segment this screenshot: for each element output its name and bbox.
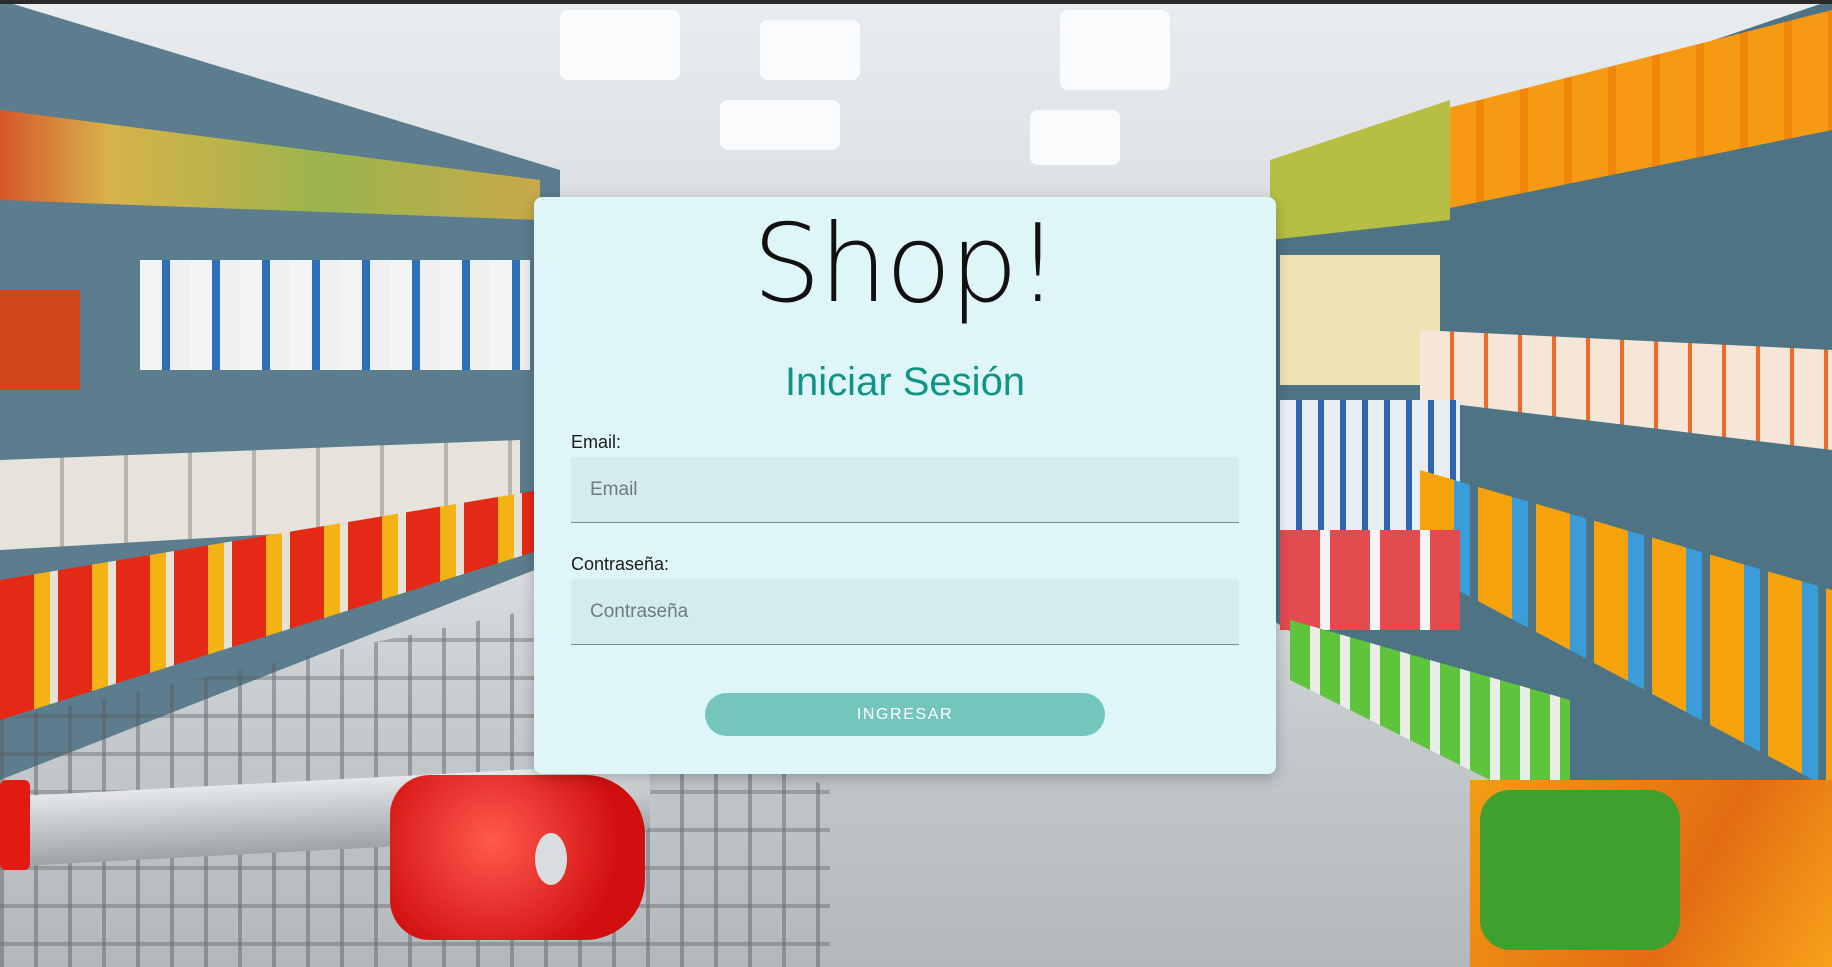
password-field[interactable] <box>571 579 1239 645</box>
product-band <box>1280 255 1440 385</box>
product-band <box>1280 530 1460 630</box>
login-submit-button[interactable]: INGRESAR <box>705 693 1105 736</box>
cart-handle-grip <box>390 775 645 940</box>
cart-handle-grip <box>0 780 30 870</box>
ceiling-light <box>560 10 680 80</box>
window-top-border <box>0 0 1832 4</box>
ceiling-light <box>1030 110 1120 165</box>
ceiling-light <box>720 100 840 150</box>
product-band <box>140 260 530 370</box>
password-label: Contraseña: <box>571 554 670 574</box>
email-field[interactable] <box>571 457 1239 523</box>
product-band <box>0 290 80 390</box>
email-label: Email: <box>571 432 622 452</box>
ceiling-light <box>760 20 860 80</box>
product-band <box>1480 790 1680 950</box>
login-heading: Iniciar Sesión <box>784 360 1026 404</box>
brand-title: Shop! <box>752 202 1060 327</box>
ceiling-light <box>1060 10 1170 90</box>
cart-knob <box>535 833 567 885</box>
login-card: Shop! Iniciar Sesión Email: Contraseña: … <box>534 197 1276 774</box>
